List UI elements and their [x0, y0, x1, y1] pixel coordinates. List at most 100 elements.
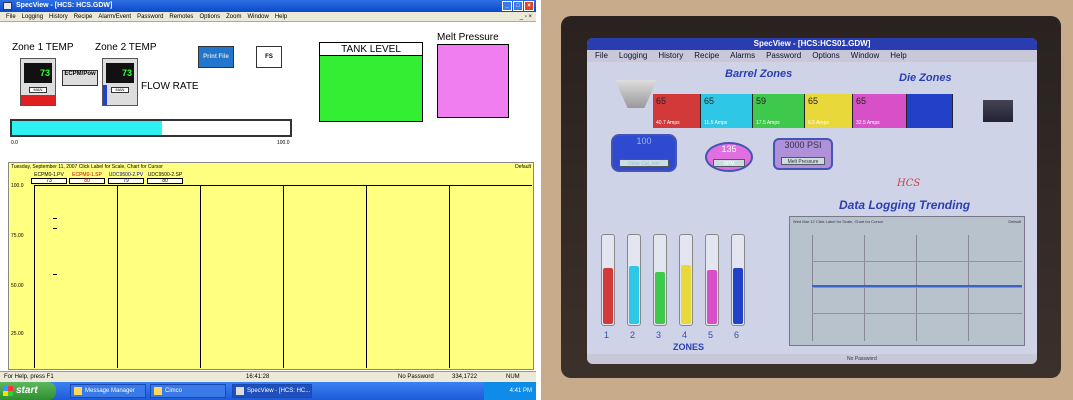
trend-plot-area[interactable]: [34, 185, 532, 368]
start-button[interactable]: start: [0, 382, 56, 400]
tube-level: [707, 270, 717, 324]
minimize-button[interactable]: _: [502, 1, 512, 11]
menu-help[interactable]: Help: [275, 12, 287, 21]
fs-button[interactable]: FS: [256, 46, 282, 68]
crt-chart-header: Wed Mar 12 Click Label for Scale, Chart …: [793, 219, 884, 224]
melt-pill: 3000 PSI Melt Pressure: [773, 138, 833, 170]
barrel-zones-label: Barrel Zones: [725, 68, 793, 80]
hcs-label: HCS: [897, 178, 921, 189]
tube-level: [629, 266, 639, 324]
zone2-output-bar: [103, 85, 107, 105]
flow-rate-fill: [12, 121, 163, 135]
specview-window: SpecView - [HCS: HCS.GDW] _ □ × File Log…: [0, 0, 536, 400]
grid-line: [812, 287, 1022, 288]
task-label: SpecView - [HCS: HC...: [247, 388, 311, 394]
pen-4[interactable]: UDC9500-2.SP 80: [147, 172, 183, 184]
task-message-manager[interactable]: Message Manager: [70, 384, 146, 398]
zone1-mode: MAN: [29, 87, 47, 93]
menu-zoom[interactable]: Zoom: [226, 12, 241, 21]
crt-menu-password: Password: [766, 51, 802, 60]
grid-line: [968, 235, 969, 341]
task-label: Cimco: [165, 388, 183, 394]
tube-level: [733, 268, 743, 324]
flow-rate-bar: [10, 119, 292, 137]
maximize-button[interactable]: □: [513, 1, 523, 11]
tank-level-fill: [320, 56, 422, 121]
task-label: Message Manager: [85, 388, 135, 394]
zone-tube: [679, 234, 693, 326]
menu-password[interactable]: Password: [137, 12, 163, 21]
crt-menu-recipe: Recipe: [694, 51, 720, 60]
tube-level: [603, 268, 613, 324]
menu-recipe[interactable]: Recipe: [74, 12, 93, 21]
barrel-zone: 65 6.5 Amps: [805, 94, 853, 128]
system-tray[interactable]: 4:41 PM: [484, 382, 536, 400]
grid-line: [200, 186, 201, 368]
y-label-25: 25.00: [11, 331, 24, 337]
close-button[interactable]: ×: [524, 1, 534, 11]
barrel-zone: 65 40.7 Amps: [653, 94, 701, 128]
crt-menu-history: History: [658, 51, 684, 60]
menu-options[interactable]: Options: [199, 12, 220, 21]
zone-temp: 65: [704, 96, 715, 106]
task-icon: [74, 387, 82, 395]
menu-window[interactable]: Window: [247, 12, 268, 21]
crt-menu-options: Options: [812, 51, 840, 60]
pen-1[interactable]: ECPM0-1.PV 73: [31, 172, 67, 184]
clock: 4:41 PM: [509, 388, 532, 394]
barrel-zone: 59 17.5 Amps: [753, 94, 805, 128]
menu-file[interactable]: File: [6, 12, 16, 21]
pen-4-value: 80: [147, 178, 183, 184]
y-label-50: 50.00: [11, 283, 24, 289]
tube-number: 6: [734, 330, 740, 340]
crt-status-bar: No Password: [587, 354, 1037, 364]
crt-trend-trace: [812, 285, 1022, 287]
barrel-zone: 65 32.5 Amps: [853, 94, 907, 128]
grid-line: [366, 186, 367, 368]
task-specview[interactable]: SpecView - [HCS: HC...: [232, 384, 312, 398]
zone2-readout: 73: [106, 63, 134, 83]
melt-pressure-box: [437, 44, 509, 118]
ecpm-button[interactable]: ECPM/Pow: [62, 70, 98, 86]
pen-2[interactable]: ECPM0-1.SP 80: [69, 172, 105, 184]
tank-level-box: TANK LEVEL: [319, 42, 423, 122]
folder-icon: [154, 387, 162, 395]
zone-temp: 65: [808, 96, 819, 106]
zone1-controller[interactable]: 73 MAN: [20, 58, 56, 106]
pen-3[interactable]: UDC9500-2.PV 79: [108, 172, 144, 184]
taskbar: start Message Manager Cimco SpecView - […: [0, 382, 536, 400]
zone1-temp-label: Zone 1 TEMP: [12, 42, 74, 53]
tick-max: 100.0: [277, 140, 290, 146]
tube-number: 2: [630, 330, 636, 340]
zone-amps: 11.5 Amps: [704, 120, 728, 126]
zone-temp: 65: [656, 96, 667, 106]
flow-rate-label: FLOW RATE: [141, 81, 199, 92]
zone1-readout: 73: [24, 63, 52, 83]
window-title: SpecView - [HCS: HCS.GDW]: [16, 2, 113, 9]
trend-chart[interactable]: Tuesday, September 11, 2007 Click Label …: [8, 162, 534, 370]
tick-min: 0.0: [11, 140, 18, 146]
crt-title: SpecView - [HCS:HCS01.GDW]: [587, 38, 1037, 50]
zone2-controller[interactable]: 73 MAN: [102, 58, 138, 106]
start-label: start: [16, 385, 38, 396]
menu-alarm-event[interactable]: Alarm/Event: [98, 12, 131, 21]
menu-history[interactable]: History: [49, 12, 68, 21]
trend-default-label[interactable]: Default: [515, 164, 531, 170]
melt-pressure-label: Melt Pressure: [437, 32, 499, 43]
zone-amps: 6.5 Amps: [808, 120, 829, 126]
drive-pill: 100 Drive Cal_Inm: [611, 134, 677, 172]
menu-logging[interactable]: Logging: [22, 12, 43, 21]
task-cimco[interactable]: Cimco: [150, 384, 226, 398]
zone-tube: [705, 234, 719, 326]
tube-level: [681, 265, 691, 324]
tube-number: 5: [708, 330, 714, 340]
print-file-button[interactable]: Print File: [198, 46, 234, 68]
crt-menu-logging: Logging: [618, 51, 648, 60]
zone-tube: [601, 234, 615, 326]
zone-amps: 32.5 Amps: [856, 120, 880, 126]
menu-remotes[interactable]: Remotes: [169, 12, 193, 21]
crt-screen: SpecView - [HCS:HCS01.GDW] File Logging …: [587, 38, 1037, 364]
mdi-controls[interactable]: _ ▫ ×: [520, 12, 532, 22]
y-label-75: 75.00: [11, 233, 24, 239]
crt-trend-chart: Wed Mar 12 Click Label for Scale, Chart …: [789, 216, 1025, 346]
